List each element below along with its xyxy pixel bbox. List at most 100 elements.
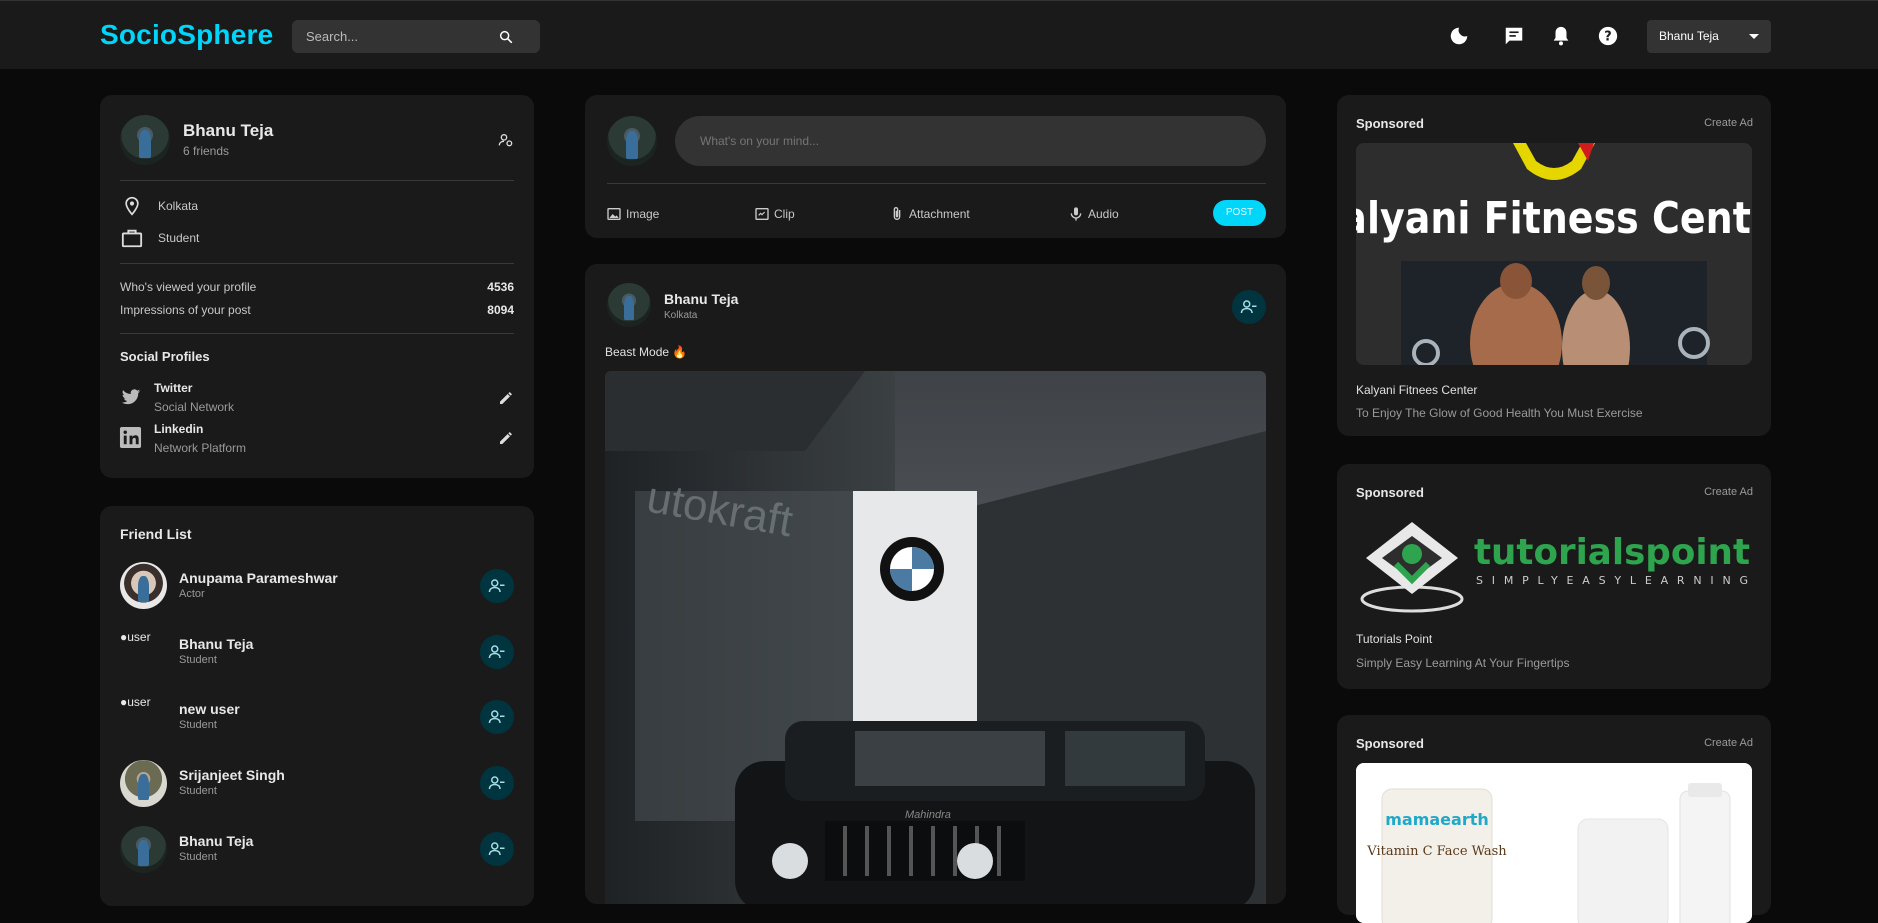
profile-name[interactable]: Bhanu Teja (183, 121, 273, 141)
friend-name[interactable]: Bhanu Teja (179, 833, 253, 849)
remove-friend-button[interactable] (1232, 290, 1266, 324)
friend-sub: Student (179, 851, 217, 863)
post-button[interactable]: POST (1213, 200, 1266, 226)
friend-sub: Actor (179, 588, 205, 600)
post-image[interactable]: utokraft Mahindra (605, 371, 1266, 904)
friend-sub: Student (179, 654, 217, 666)
edit-icon[interactable] (498, 430, 514, 446)
ad-image[interactable]: Kalyani Fitness Centre (1356, 143, 1752, 365)
chevron-down-icon (1749, 34, 1759, 39)
brand-logo[interactable]: SocioSphere (100, 19, 273, 51)
person-remove-icon (488, 645, 505, 659)
composer-input[interactable] (700, 116, 1240, 166)
user-dropdown[interactable]: Bhanu Teja (1647, 20, 1771, 53)
friend-avatar[interactable] (120, 562, 167, 609)
avatar[interactable] (120, 115, 170, 165)
help-icon[interactable]: ? (1597, 25, 1619, 47)
sponsored-label: Sponsored (1356, 116, 1424, 131)
stat-label: Who's viewed your profile (120, 280, 257, 294)
profile-occupation: Student (158, 231, 200, 245)
remove-friend-button[interactable] (480, 766, 514, 800)
social-name[interactable]: Linkedin (154, 422, 203, 436)
location-icon (125, 196, 139, 216)
profile-location: Kolkata (158, 199, 199, 213)
broken-avatar[interactable]: ●user (120, 695, 151, 709)
avatar[interactable] (607, 116, 657, 166)
create-ad-link[interactable]: Create Ad (1699, 486, 1753, 498)
ad-image[interactable]: tutorialspoint SIMPLYEASYLEARNING (1356, 514, 1752, 614)
sponsored-ad: Sponsored Create Ad mamaearth Vitamin C … (1337, 715, 1771, 923)
friend-name[interactable]: Anupama Parameshwar (179, 570, 338, 586)
friend-sub: Student (179, 719, 217, 731)
post-author-name[interactable]: Bhanu Teja (664, 291, 738, 307)
friend-list-card: Friend List Anupama Parameshwar Actor ●u… (100, 506, 534, 906)
user-dropdown-label: Bhanu Teja (1659, 29, 1719, 43)
divider (120, 263, 514, 264)
tutorialspoint-ad-graphic: tutorialspoint SIMPLYEASYLEARNING (1356, 514, 1752, 614)
post-author-avatar[interactable] (607, 283, 651, 327)
ad-image[interactable]: mamaearth Vitamin C Face Wash (1356, 763, 1752, 923)
edit-icon[interactable] (498, 390, 514, 406)
search-box (292, 20, 540, 53)
manage-account-icon[interactable] (498, 132, 514, 148)
person-remove-icon (488, 776, 505, 790)
message-icon[interactable] (1503, 25, 1525, 47)
top-navbar: SocioSphere ? Bhanu Teja (0, 0, 1878, 69)
person-remove-icon (1240, 300, 1257, 314)
remove-friend-button[interactable] (480, 569, 514, 603)
person-remove-icon (488, 579, 505, 593)
ad-image-text: tutorialspoint (1474, 532, 1750, 573)
social-sub: Network Platform (154, 441, 247, 455)
person-remove-icon (488, 710, 505, 724)
stat-value: 8094 (487, 303, 514, 317)
divider (120, 333, 514, 334)
grille-text: Mahindra (905, 809, 951, 821)
notifications-icon[interactable] (1550, 25, 1572, 47)
create-ad-link[interactable]: Create Ad (1699, 737, 1753, 749)
remove-friend-button[interactable] (480, 635, 514, 669)
friend-avatar[interactable] (120, 760, 167, 807)
composer-input-wrap (675, 116, 1266, 166)
fitness-ad-graphic: Kalyani Fitness Centre (1356, 143, 1752, 365)
friend-name[interactable]: new user (179, 701, 240, 717)
search-input[interactable] (306, 20, 496, 53)
remove-friend-button[interactable] (480, 700, 514, 734)
friend-name[interactable]: Bhanu Teja (179, 636, 253, 652)
dark-mode-icon[interactable] (1448, 25, 1470, 47)
stat-label: Impressions of your post (120, 303, 251, 317)
ad-description: To Enjoy The Glow of Good Health You Mus… (1356, 406, 1643, 420)
post-card: Bhanu Teja Kolkata Beast Mode 🔥 utokraft (585, 264, 1286, 904)
gif-icon (755, 208, 769, 220)
ad-image-text: mamaearth (1385, 810, 1489, 829)
divider (607, 183, 1266, 184)
clip-label: Clip (774, 207, 795, 221)
ad-title[interactable]: Kalyani Fitnees Center (1356, 383, 1477, 397)
sponsored-label: Sponsored (1356, 736, 1424, 751)
create-ad-link[interactable]: Create Ad (1699, 117, 1753, 129)
sponsored-ad: Sponsored Create Ad Kalyani Fitness Cent… (1337, 95, 1771, 436)
social-name[interactable]: Twitter (154, 381, 192, 395)
search-icon[interactable] (498, 29, 514, 45)
attachment-icon (893, 207, 901, 220)
friend-list-title: Friend List (120, 526, 192, 542)
friend-sub: Student (179, 785, 217, 797)
friend-name[interactable]: Srijanjeet Singh (179, 767, 285, 783)
friend-avatar[interactable] (120, 826, 167, 873)
profile-card: Bhanu Teja 6 friends Kolkata Student Who… (100, 95, 534, 478)
linkedin-icon (119, 426, 142, 449)
ad-title[interactable]: Tutorials Point (1356, 632, 1432, 646)
post-photo: utokraft Mahindra (605, 371, 1266, 904)
broken-avatar[interactable]: ●user (120, 630, 151, 644)
post-caption: Beast Mode 🔥 (605, 345, 688, 359)
post-author-location: Kolkata (664, 310, 698, 321)
social-sub: Social Network (154, 400, 235, 414)
social-profiles-title: Social Profiles (120, 349, 210, 364)
mamaearth-ad-graphic: mamaearth Vitamin C Face Wash (1356, 763, 1752, 923)
svg-text:?: ? (1604, 30, 1611, 45)
ad-image-subtext: Vitamin C Face Wash (1366, 844, 1507, 859)
remove-friend-button[interactable] (480, 832, 514, 866)
divider (120, 180, 514, 181)
audio-label: Audio (1088, 207, 1119, 221)
attachment-label: Attachment (909, 207, 970, 221)
person-remove-icon (488, 842, 505, 856)
